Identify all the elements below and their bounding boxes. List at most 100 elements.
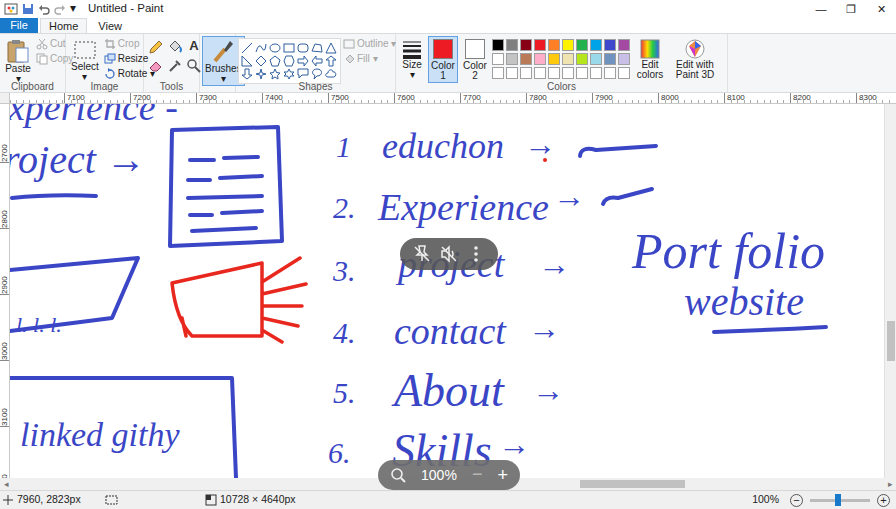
ribbon-tabs: File Home View: [0, 18, 896, 33]
palette-swatch[interactable]: [506, 39, 518, 51]
palette-swatch[interactable]: [492, 53, 504, 65]
zoom-in-button[interactable]: +: [877, 494, 890, 507]
palette-swatch[interactable]: [506, 53, 518, 65]
palette-swatch[interactable]: [604, 67, 616, 79]
crop-button[interactable]: Crop: [104, 37, 155, 51]
palette-swatch[interactable]: [548, 67, 560, 79]
palette-swatch[interactable]: [492, 39, 504, 51]
palette-swatch[interactable]: [576, 39, 588, 51]
drawing-canvas[interactable]: xperience -roject →1educhon→2.Experience…: [10, 104, 884, 478]
outline-dropdown-label[interactable]: Outline ▾: [357, 37, 396, 51]
palette-swatch[interactable]: [548, 53, 560, 65]
zoom-out-button[interactable]: −: [790, 494, 803, 507]
window-control-button[interactable]: ❐: [836, 1, 866, 18]
scroll-thumb[interactable]: [887, 321, 895, 361]
resize-button[interactable]: Resize: [104, 52, 155, 66]
palette-swatch[interactable]: [618, 53, 630, 65]
more-options-icon[interactable]: [466, 244, 486, 264]
ribbon-tab[interactable]: View: [89, 18, 131, 33]
color-slot[interactable]: Color 1: [428, 36, 458, 83]
palette-swatch[interactable]: [492, 67, 504, 79]
copy-button[interactable]: Copy: [36, 52, 73, 66]
ruler-tick-label: 2900: [0, 229, 9, 294]
select-button[interactable]: Select▾: [68, 36, 102, 84]
brush-icon: [210, 38, 236, 64]
palette-swatch[interactable]: [576, 53, 588, 65]
rotate-button-label[interactable]: Rotate ▾: [118, 67, 155, 81]
palette-swatch[interactable]: [604, 53, 616, 65]
paste-button-label[interactable]: Paste: [5, 64, 31, 74]
palette-swatch[interactable]: [520, 53, 532, 65]
palette-swatch[interactable]: [562, 53, 574, 65]
fill-dropdown-label[interactable]: Fill ▾: [357, 52, 378, 66]
palette-swatch[interactable]: [590, 67, 602, 79]
select-button-label[interactable]: Select: [71, 62, 99, 72]
outline-dropdown-icon: [343, 38, 355, 50]
palette-swatch[interactable]: [590, 39, 602, 51]
palette-swatch[interactable]: [604, 39, 616, 51]
size-button-label[interactable]: Size: [402, 60, 421, 70]
group-label: Shapes: [299, 81, 333, 92]
palette-swatch[interactable]: [562, 39, 574, 51]
window-control-button[interactable]: —: [806, 1, 836, 18]
cut-button[interactable]: Cut: [36, 37, 73, 51]
palette-swatch[interactable]: [506, 67, 518, 79]
window-control-button[interactable]: ✕: [866, 1, 896, 18]
dropdown-arrow[interactable]: ▾: [221, 74, 226, 84]
dropdown-arrow[interactable]: ▾: [410, 70, 415, 80]
ruler-tick-label: 8200: [790, 93, 856, 103]
palette-swatch[interactable]: [520, 39, 532, 51]
copy-button-label[interactable]: Copy: [50, 52, 73, 66]
pencil-icon: [148, 39, 164, 55]
speaker-icon[interactable]: [439, 244, 459, 264]
palette-swatch[interactable]: [576, 67, 588, 79]
palette-swatch[interactable]: [590, 53, 602, 65]
paste-button[interactable]: Paste▾: [2, 36, 34, 86]
brushes-button-label[interactable]: Brushes: [205, 64, 242, 74]
handwritten-text: xperience -: [10, 104, 178, 126]
palette-swatch[interactable]: [548, 39, 560, 51]
zoom-out-button[interactable]: −: [472, 464, 483, 484]
zoom-slider-thumb[interactable]: [835, 494, 841, 506]
color-slot-label[interactable]: Color 2: [463, 61, 487, 81]
crop-button-label[interactable]: Crop: [118, 37, 140, 51]
edit-colors-button[interactable]: Edit colors: [632, 36, 668, 82]
palette-swatch[interactable]: [534, 67, 546, 79]
media-toolbar: [400, 238, 498, 270]
color-slot-label[interactable]: Color 1: [431, 61, 455, 81]
ribbon-tab[interactable]: Home: [40, 18, 87, 33]
size-button[interactable]: Size▾: [398, 36, 426, 82]
pin-icon[interactable]: [412, 244, 432, 264]
scroll-right-button[interactable]: ▸: [884, 478, 896, 490]
tab-label[interactable]: Home: [49, 20, 78, 32]
palette-swatch[interactable]: [520, 67, 532, 79]
color-slot[interactable]: Color 2: [460, 36, 490, 83]
palette-swatch[interactable]: [562, 67, 574, 79]
zoom-slider[interactable]: [810, 499, 870, 502]
colors-group: Size▾Color 1Color 2Edit colorsEdit with …: [396, 34, 728, 92]
palette-swatch[interactable]: [618, 39, 630, 51]
palette-swatch[interactable]: [618, 67, 630, 79]
palette-swatch[interactable]: [534, 53, 546, 65]
scroll-left-button[interactable]: ◂: [0, 478, 12, 490]
quick-access-dropdown[interactable]: ▾: [70, 0, 76, 17]
rotate-button[interactable]: Rotate ▾: [104, 67, 155, 81]
scroll-thumb[interactable]: [580, 480, 685, 488]
file-menu-button[interactable]: File: [0, 18, 38, 33]
edit-colors-button-label[interactable]: Edit colors: [635, 60, 665, 80]
dropdown-arrow[interactable]: ▾: [82, 72, 87, 82]
tab-label[interactable]: View: [98, 20, 122, 32]
palette-swatch[interactable]: [534, 39, 546, 51]
shapes-gallery[interactable]: [238, 38, 341, 84]
outline-dropdown[interactable]: Outline ▾: [343, 37, 396, 51]
color-slot-swatch[interactable]: [433, 39, 453, 59]
fill-dropdown[interactable]: Fill ▾: [343, 52, 396, 66]
cut-button-label[interactable]: Cut: [50, 37, 66, 51]
vertical-scrollbar[interactable]: [884, 104, 896, 478]
paint-3d-button-label[interactable]: Edit with Paint 3D: [673, 60, 717, 80]
zoom-out-wrapper[interactable]: −: [472, 465, 483, 486]
zoom-in-button[interactable]: +: [497, 466, 508, 484]
color-slot-swatch[interactable]: [465, 39, 485, 59]
paint-3d-button[interactable]: Edit with Paint 3D: [670, 36, 720, 82]
underline-drawing: [714, 327, 826, 332]
